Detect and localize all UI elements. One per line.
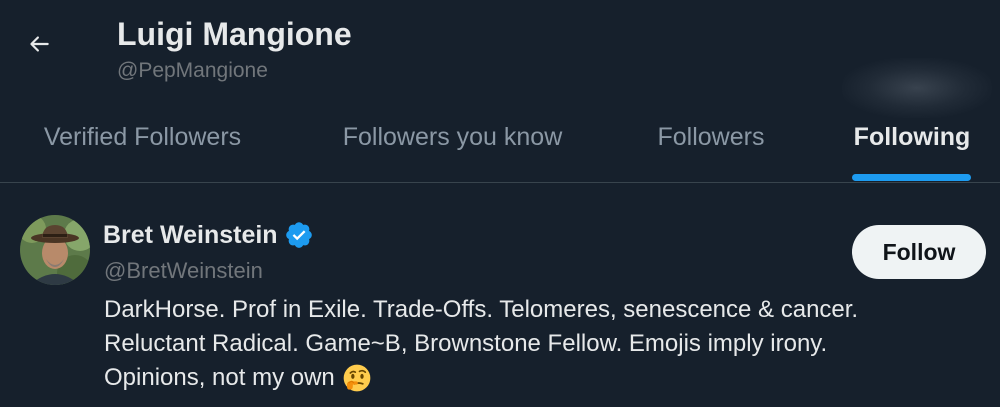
tab-followers-you-know[interactable]: Followers you know [325,105,580,182]
tab-bar: Verified Followers Followers you know Fo… [0,105,1000,183]
tab-verified-followers[interactable]: Verified Followers [20,105,265,182]
verified-badge-icon[interactable] [284,220,314,250]
user-name-row: Bret Weinstein [103,219,314,251]
profile-header: Luigi Mangione @PepMangione [0,0,1000,118]
user-bio: DarkHorse. Prof in Exile. Trade-Offs. Te… [104,293,984,395]
active-tab-indicator [852,174,971,181]
arrow-left-icon [26,31,52,62]
bio-line-last: Opinions, not my own [104,361,984,395]
bio-line-text: Opinions, not my own [104,364,335,391]
page-handle: @PepMangione [117,59,268,82]
tab-label: Following [853,123,971,151]
tab-label: Followers [657,123,765,151]
user-cell[interactable]: Bret Weinstein @BretWeinstein Follow Dar… [0,183,1000,407]
bio-line: Reluctant Radical. Game~B, Brownstone Fe… [104,330,828,357]
tab-label: Verified Followers [43,123,242,151]
back-button[interactable] [20,27,58,65]
user-handle[interactable]: @BretWeinstein [104,257,263,285]
tab-following[interactable]: Following [842,105,982,182]
tab-label: Followers you know [342,123,563,151]
follow-button[interactable]: Follow [852,225,986,279]
bio-line: DarkHorse. Prof in Exile. Trade-Offs. Te… [104,296,859,323]
user-name[interactable]: Bret Weinstein [103,219,278,251]
page-title: Luigi Mangione [117,16,352,52]
following-page: Luigi Mangione @PepMangione Verified Fol… [0,0,1000,407]
tab-followers[interactable]: Followers [640,105,782,182]
avatar[interactable] [20,215,90,285]
thinking-face-emoji-icon [342,363,372,393]
